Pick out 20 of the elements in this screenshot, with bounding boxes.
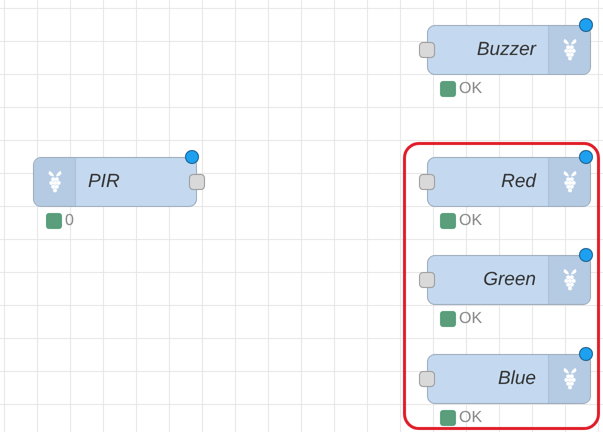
status-text: OK	[459, 410, 482, 426]
node-label: Blue	[496, 366, 537, 391]
node-label: Red	[500, 170, 538, 194]
node-label: Green	[482, 268, 537, 292]
input-port[interactable]	[419, 272, 435, 288]
input-port[interactable]	[419, 371, 435, 387]
flow-node[interactable]: Blue	[427, 354, 591, 404]
node-label: Buzzer	[476, 38, 538, 62]
flow-node[interactable]: Red	[427, 157, 591, 207]
output-port[interactable]	[189, 174, 205, 190]
input-port[interactable]	[419, 42, 435, 58]
flow-node[interactable]: PIR	[33, 157, 197, 207]
flow-node[interactable]: Buzzer	[427, 25, 591, 75]
input-port[interactable]	[419, 174, 435, 190]
status-text: OK	[459, 81, 482, 97]
status-text: 0	[65, 213, 74, 229]
status-text: OK	[459, 311, 482, 327]
status-text: OK	[459, 213, 482, 229]
node-label: PIR	[87, 170, 121, 194]
flow-node[interactable]: Green	[427, 255, 591, 305]
